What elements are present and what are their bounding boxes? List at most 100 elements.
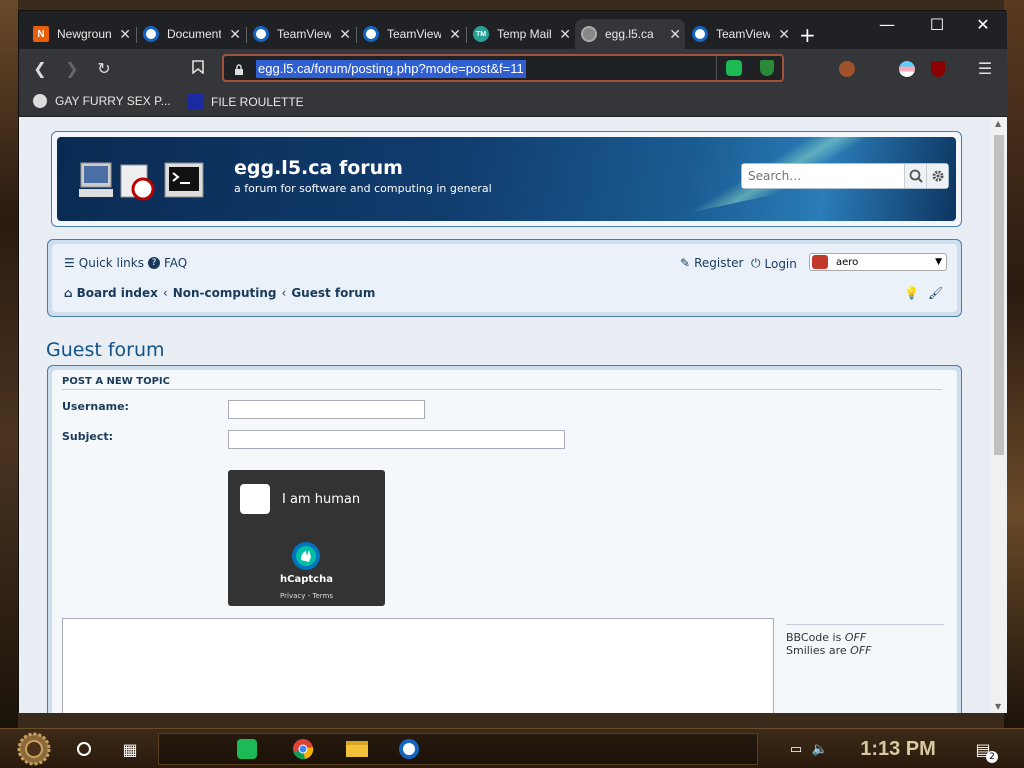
- scroll-down-icon[interactable]: ▼: [995, 702, 1001, 711]
- search-taskbar-button[interactable]: [72, 733, 96, 765]
- search-button[interactable]: [904, 164, 926, 188]
- extension-green-icon[interactable]: [726, 60, 742, 76]
- smilies-state: OFF: [850, 644, 872, 657]
- close-tab-icon[interactable]: ✕: [669, 26, 681, 43]
- hcaptcha-widget: I am human hCaptcha Privacy - Terms: [228, 470, 385, 606]
- bookmark-item[interactable]: FILE ROULETTE: [187, 94, 304, 110]
- advanced-search-button[interactable]: [926, 164, 948, 188]
- globe-icon: [581, 26, 597, 42]
- tab-temp-mail[interactable]: TM Temp Mail ✕: [467, 19, 575, 49]
- register-link[interactable]: ✎ Register: [680, 256, 743, 270]
- style-select[interactable]: aero ▼: [809, 253, 947, 271]
- forward-button[interactable]: ❯: [61, 59, 83, 78]
- message-textarea[interactable]: [62, 618, 774, 713]
- maximize-button[interactable]: ☐: [917, 15, 957, 34]
- captcha-checkbox[interactable]: [240, 484, 270, 514]
- back-button[interactable]: ❮: [29, 59, 51, 78]
- tab-label: Document: [167, 27, 221, 41]
- teamviewer-icon: [363, 26, 379, 42]
- site-title[interactable]: egg.l5.ca forum: [234, 157, 403, 179]
- hcaptcha-privacy-terms[interactable]: Privacy - Terms: [228, 592, 385, 600]
- smilies-prefix: Smilies are: [786, 644, 851, 657]
- tab-egg-forum[interactable]: egg.l5.ca ✕: [575, 19, 685, 49]
- page-scrollbar[interactable]: ▲ ▼: [991, 117, 1007, 713]
- start-button[interactable]: [14, 732, 54, 766]
- bookmark-icon[interactable]: [187, 59, 209, 78]
- close-window-button[interactable]: ✕: [963, 15, 1003, 34]
- scrollbar-thumb[interactable]: [994, 135, 1004, 455]
- file-explorer-app[interactable]: [344, 733, 370, 765]
- chrome-app[interactable]: [290, 733, 316, 765]
- subject-input[interactable]: [228, 430, 565, 449]
- url-text[interactable]: egg.l5.ca/forum/posting.php?mode=post&f=…: [256, 60, 526, 78]
- gear-start-icon: [17, 732, 51, 766]
- menu-icon[interactable]: ☰: [974, 59, 996, 78]
- close-tab-icon[interactable]: ✕: [339, 26, 351, 43]
- task-view-button[interactable]: ▦: [118, 733, 142, 765]
- teamviewer-icon: [143, 26, 159, 42]
- close-tab-icon[interactable]: ✕: [229, 26, 241, 43]
- taskbar: ▦ ▭ 🔈 1:13 PM ▤ 2: [0, 728, 1024, 768]
- quick-links-button[interactable]: ☰ Quick links: [64, 256, 144, 270]
- hamburger-icon: ☰: [64, 256, 75, 270]
- hcaptcha-logo-icon: [292, 542, 320, 570]
- ublock-icon[interactable]: [931, 61, 945, 77]
- minimize-button[interactable]: —: [867, 15, 907, 34]
- profile-avatar-icon[interactable]: [839, 61, 855, 77]
- tab-document[interactable]: Document ✕: [137, 19, 245, 49]
- close-tab-icon[interactable]: ✕: [778, 26, 790, 43]
- page-title[interactable]: Guest forum: [46, 339, 165, 361]
- tab-label: TeamViewer: [277, 27, 331, 41]
- bookmark-item[interactable]: GAY FURRY SEX P...: [33, 94, 171, 108]
- reload-button[interactable]: ↻: [93, 59, 115, 78]
- teamviewer-app[interactable]: [396, 733, 422, 765]
- spotify-app[interactable]: [234, 733, 260, 765]
- section-title: POST A NEW TOPIC: [62, 376, 942, 390]
- tab-teamviewer-3[interactable]: TeamViewer ✕: [686, 19, 794, 49]
- scroll-up-icon[interactable]: ▲: [995, 119, 1001, 128]
- bbcode-info: BBCode is OFF Smilies are OFF: [786, 624, 944, 657]
- username-input[interactable]: [228, 400, 425, 419]
- edit-icon: ✎: [680, 256, 691, 270]
- shield-extension-icon[interactable]: [760, 60, 774, 76]
- lightbulb-icon[interactable]: 💡: [904, 286, 919, 300]
- search-icon: [909, 169, 923, 183]
- page-viewport: egg.l5.ca forum a forum for software and…: [19, 117, 991, 713]
- tempmail-icon: TM: [473, 26, 489, 42]
- faq-link[interactable]: ? FAQ: [148, 256, 187, 270]
- search-input[interactable]: [742, 164, 904, 188]
- clock[interactable]: 1:13 PM: [848, 733, 948, 765]
- close-tab-icon[interactable]: ✕: [559, 26, 571, 43]
- tab-teamviewer-1[interactable]: TeamViewer ✕: [247, 19, 355, 49]
- address-bar[interactable]: egg.l5.ca/forum/posting.php?mode=post&f=…: [222, 54, 784, 82]
- breadcrumb: ⌂ Board index ‹ Non-computing ‹ Guest fo…: [64, 286, 375, 300]
- mft-icon: [187, 94, 203, 110]
- power-icon: ⏻: [751, 256, 761, 270]
- pride-extension-icon[interactable]: [899, 61, 915, 77]
- bookmark-label: GAY FURRY SEX P...: [55, 94, 171, 108]
- chrome-icon: [293, 739, 314, 760]
- close-tab-icon[interactable]: ✕: [449, 26, 461, 43]
- desktop-wallpaper-right: [1004, 0, 1024, 730]
- breadcrumb-guest-forum[interactable]: Guest forum: [291, 286, 375, 300]
- username-label: Username:: [62, 400, 129, 413]
- register-label: Register: [694, 256, 744, 270]
- teamviewer-icon: [399, 739, 419, 759]
- close-tab-icon[interactable]: ✕: [119, 26, 131, 43]
- tab-teamviewer-2[interactable]: TeamViewer ✕: [357, 19, 465, 49]
- tab-newgrounds[interactable]: N Newgrounds ✕: [27, 19, 135, 49]
- site-header: egg.l5.ca forum a forum for software and…: [51, 131, 962, 227]
- login-link[interactable]: ⏻ Login: [751, 256, 797, 271]
- notifications-button[interactable]: ▤ 2: [970, 733, 998, 765]
- tab-label: TeamViewer: [387, 27, 441, 41]
- breadcrumb-non-computing[interactable]: Non-computing: [173, 286, 277, 300]
- gear-icon: [932, 170, 943, 182]
- network-icon[interactable]: ▭: [786, 733, 806, 765]
- new-tab-button[interactable]: +: [799, 23, 816, 47]
- browser-toolbar: ❮ ❯ ↻ egg.l5.ca/forum/posting.php?mode=p…: [19, 49, 1007, 89]
- brush-icon[interactable]: 🖌: [928, 286, 943, 300]
- notification-count: 2: [986, 751, 998, 763]
- site-description: a forum for software and computing in ge…: [234, 182, 492, 195]
- volume-muted-icon[interactable]: 🔈: [810, 733, 830, 765]
- breadcrumb-board-index[interactable]: Board index: [77, 286, 158, 300]
